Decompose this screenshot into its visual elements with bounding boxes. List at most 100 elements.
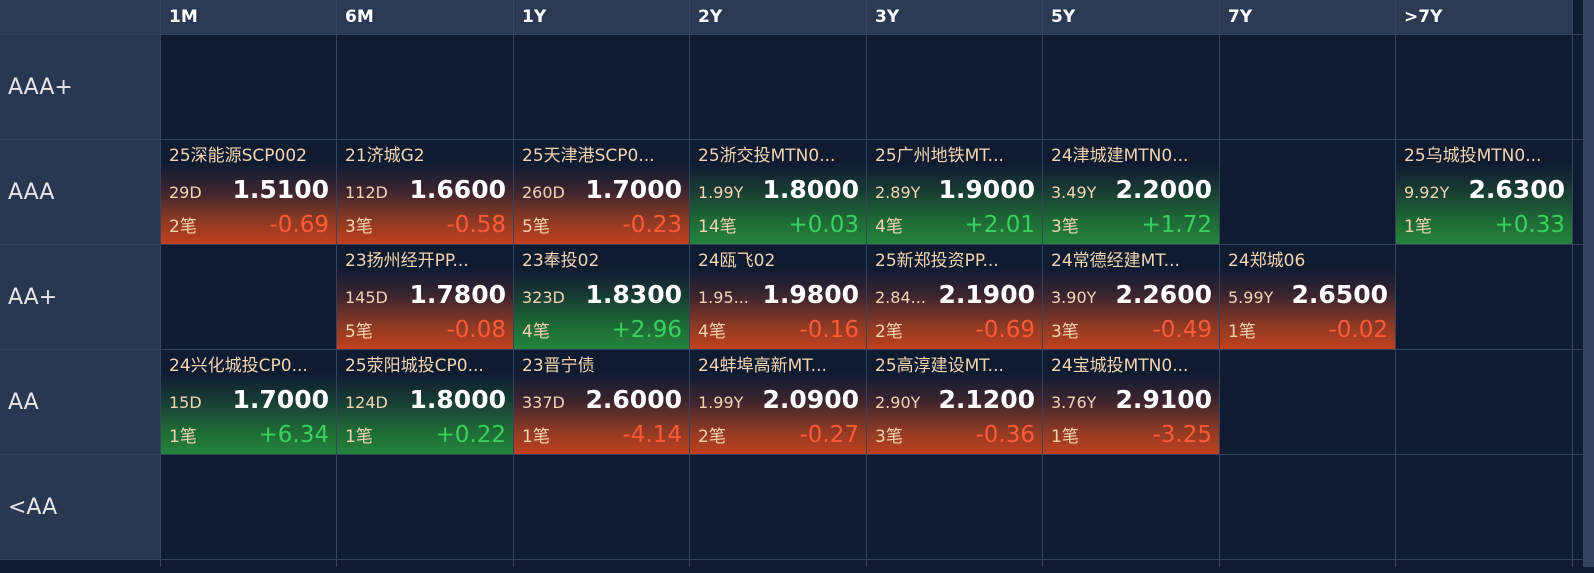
yield-change: -0.69 — [975, 317, 1035, 343]
bond-bottom-row: 1笔 -4.14 — [522, 422, 682, 448]
row-header[interactable]: AA+ — [0, 245, 160, 349]
bond-cell[interactable]: 25天津港SCP0... 260D 1.7000 5笔 -0.23 — [514, 140, 689, 244]
bond-name: 24津城建MTN0... — [1051, 146, 1189, 166]
empty-cell — [1220, 35, 1395, 139]
bond-cell[interactable]: 25深能源SCP002 29D 1.5100 2笔 -0.69 — [161, 140, 336, 244]
empty-cell — [690, 455, 866, 559]
empty-cell — [1220, 140, 1395, 244]
trade-count: 4笔 — [522, 322, 550, 342]
column-header[interactable]: 7Y — [1220, 0, 1395, 34]
bond-yield: 2.2600 — [1115, 279, 1212, 309]
trade-count: 1笔 — [1404, 217, 1432, 237]
empty-cell — [1396, 455, 1572, 559]
bond-name: 25高淳建设MT... — [875, 356, 1004, 376]
bond-cell[interactable]: 25广州地铁MT... 2.89Y 1.9000 4笔 +2.01 — [867, 140, 1042, 244]
column-header[interactable]: 6M — [337, 0, 513, 34]
bond-yield: 1.9000 — [938, 174, 1035, 204]
bond-bottom-row: 4笔 +2.96 — [522, 317, 682, 343]
bond-bottom-row: 2笔 -0.69 — [875, 317, 1035, 343]
bond-yield: 2.9100 — [1115, 384, 1212, 414]
bond-mid-row: 112D 1.6600 — [345, 175, 506, 204]
trade-count: 1笔 — [1228, 322, 1256, 342]
bond-term: 2.89Y — [875, 182, 921, 202]
yield-change: +2.01 — [964, 212, 1035, 238]
bond-yield: 2.0900 — [762, 384, 859, 414]
bond-cell[interactable]: 23奉投02 323D 1.8300 4笔 +2.96 — [514, 245, 689, 349]
grid-edge — [1573, 0, 1583, 34]
bond-bottom-row: 1笔 +0.22 — [345, 422, 506, 448]
bond-yield: 1.5100 — [232, 174, 329, 204]
bond-name: 25荥阳城投CP0... — [345, 356, 484, 376]
bond-cell[interactable]: 24兴化城投CP0... 15D 1.7000 1笔 +6.34 — [161, 350, 336, 454]
bond-cell[interactable]: 21济城G2 112D 1.6600 3笔 -0.58 — [337, 140, 513, 244]
bond-name: 24瓯飞02 — [698, 251, 776, 271]
yield-change: +6.34 — [258, 422, 329, 448]
bond-cell[interactable]: 24常德经建MT... 3.90Y 2.2600 3笔 -0.49 — [1043, 245, 1219, 349]
bond-cell[interactable]: 25高淳建设MT... 2.90Y 2.1200 3笔 -0.36 — [867, 350, 1042, 454]
empty-cell — [161, 35, 336, 139]
empty-cell — [514, 35, 689, 139]
bond-bottom-row: 3笔 -0.58 — [345, 212, 506, 238]
bond-name: 25深能源SCP002 — [169, 146, 307, 166]
trade-count: 2笔 — [875, 322, 903, 342]
bond-cell[interactable]: 25浙交投MTN0... 1.99Y 1.8000 14笔 +0.03 — [690, 140, 866, 244]
bond-name: 24常德经建MT... — [1051, 251, 1180, 271]
yield-change: -0.49 — [1152, 317, 1212, 343]
bond-name: 24兴化城投CP0... — [169, 356, 308, 376]
bond-name: 24郑城06 — [1228, 251, 1306, 271]
bond-bottom-row: 1笔 +6.34 — [169, 422, 329, 448]
column-header[interactable]: 2Y — [690, 0, 866, 34]
bond-term: 337D — [522, 392, 565, 412]
bond-bottom-row: 3笔 -0.49 — [1051, 317, 1212, 343]
bond-mid-row: 1.99Y 1.8000 — [698, 175, 859, 204]
bond-cell[interactable]: 24蚌埠高新MT... 1.99Y 2.0900 2笔 -0.27 — [690, 350, 866, 454]
empty-cell — [337, 455, 513, 559]
bond-cell[interactable]: 25荥阳城投CP0... 124D 1.8000 1笔 +0.22 — [337, 350, 513, 454]
bond-bottom-row: 14笔 +0.03 — [698, 212, 859, 238]
bond-name: 23晋宁债 — [522, 356, 595, 376]
column-header[interactable]: 5Y — [1043, 0, 1219, 34]
yield-change: +1.72 — [1141, 212, 1212, 238]
bond-mid-row: 5.99Y 2.6500 — [1228, 280, 1388, 309]
bond-cell[interactable]: 24郑城06 5.99Y 2.6500 1笔 -0.02 — [1220, 245, 1395, 349]
bond-term: 1.95... — [698, 287, 749, 307]
bond-cell[interactable]: 25乌城投MTN0... 9.92Y 2.6300 1笔 +0.33 — [1396, 140, 1572, 244]
bond-cell[interactable]: 24宝城投MTN0... 3.76Y 2.9100 1笔 -3.25 — [1043, 350, 1219, 454]
bond-cell[interactable]: 25新郑投资PP... 2.84... 2.1900 2笔 -0.69 — [867, 245, 1042, 349]
grid-corner — [0, 0, 160, 34]
bond-mid-row: 3.49Y 2.2000 — [1051, 175, 1212, 204]
empty-cell — [867, 455, 1042, 559]
bond-name: 21济城G2 — [345, 146, 425, 166]
bond-bottom-row: 3笔 +1.72 — [1051, 212, 1212, 238]
bond-yield: 1.7000 — [585, 174, 682, 204]
bond-yield: 2.6500 — [1291, 279, 1388, 309]
bond-mid-row: 1.99Y 2.0900 — [698, 385, 859, 414]
yield-change: -0.58 — [446, 212, 506, 238]
column-header[interactable]: 1M — [161, 0, 336, 34]
empty-cell — [514, 455, 689, 559]
bond-term: 2.90Y — [875, 392, 921, 412]
bond-yield: 1.6600 — [409, 174, 506, 204]
row-header[interactable]: <AA — [0, 455, 160, 559]
bond-yield: 1.7800 — [409, 279, 506, 309]
bond-yield: 2.1200 — [938, 384, 1035, 414]
yield-change: +0.22 — [435, 422, 506, 448]
bond-cell[interactable]: 23扬州经开PP... 145D 1.7800 5笔 -0.08 — [337, 245, 513, 349]
bond-cell[interactable]: 24瓯飞02 1.95... 1.9800 4笔 -0.16 — [690, 245, 866, 349]
yield-change: +0.33 — [1494, 212, 1565, 238]
column-header[interactable]: >7Y — [1396, 0, 1572, 34]
bond-mid-row: 9.92Y 2.6300 — [1404, 175, 1565, 204]
column-header[interactable]: 1Y — [514, 0, 689, 34]
bond-mid-row: 260D 1.7000 — [522, 175, 682, 204]
bond-term: 260D — [522, 182, 565, 202]
bond-cell[interactable]: 24津城建MTN0... 3.49Y 2.2000 3笔 +1.72 — [1043, 140, 1219, 244]
bond-mid-row: 323D 1.8300 — [522, 280, 682, 309]
trade-count: 1笔 — [1051, 427, 1079, 447]
trade-count: 1笔 — [345, 427, 373, 447]
bond-cell[interactable]: 23晋宁债 337D 2.6000 1笔 -4.14 — [514, 350, 689, 454]
row-header[interactable]: AA — [0, 350, 160, 454]
bond-yield: 2.6300 — [1468, 174, 1565, 204]
column-header[interactable]: 3Y — [867, 0, 1042, 34]
row-header[interactable]: AAA — [0, 140, 160, 244]
row-header[interactable]: AAA+ — [0, 35, 160, 139]
